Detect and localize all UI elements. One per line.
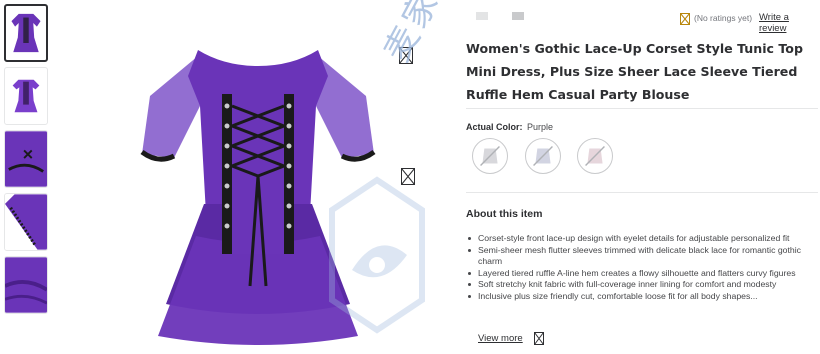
thumbnail-sleeve-image <box>5 131 47 187</box>
thumbnail-ruffle-image <box>5 257 47 313</box>
thumbnail-strip <box>4 4 50 319</box>
about-bullet-list: Corset-style front lace-up design with e… <box>468 233 816 303</box>
product-title: Women's Gothic Lace-Up Corset Style Tuni… <box>466 41 803 102</box>
color-selector-label: Actual Color: Purple <box>466 122 553 132</box>
about-heading: About this item <box>466 208 543 220</box>
product-info-panel: (No ratings yet) Write a review Women's … <box>466 0 818 354</box>
about-bullet: Layered tiered ruffle A-line hem creates… <box>468 268 816 280</box>
about-bullet: Inclusive plus size friendly cut, comfor… <box>468 291 816 303</box>
unavailable-swatch-icon <box>480 146 500 166</box>
unavailable-swatch-icon <box>533 146 553 166</box>
color-value: Purple <box>527 122 554 132</box>
loading-placeholder <box>512 12 524 20</box>
broken-image-icon <box>399 47 413 64</box>
color-swatch-3[interactable] <box>577 138 613 174</box>
rating-row: (No ratings yet) Write a review <box>466 8 818 34</box>
about-bullet: Semi-sheer mesh flutter sleeves trimmed … <box>468 245 816 268</box>
write-review-link[interactable]: Write a review <box>759 12 818 34</box>
loading-placeholder <box>476 12 488 20</box>
thumbnail-dress-front-image <box>12 79 40 113</box>
thumbnail-dress-image <box>11 13 41 53</box>
about-bullet: Soft stretchy knit fabric with full-cove… <box>468 279 816 291</box>
dress-illustration <box>140 50 376 345</box>
color-label: Actual Color: <box>466 122 523 132</box>
rating-placeholder-icon <box>680 13 690 25</box>
thumbnail-4[interactable] <box>4 193 48 251</box>
divider <box>466 192 818 193</box>
broken-image-icon <box>401 168 415 185</box>
about-bullet: Corset-style front lace-up design with e… <box>468 233 816 245</box>
main-product-image[interactable] <box>138 36 378 348</box>
unavailable-swatch-icon <box>585 146 605 166</box>
divider <box>466 108 818 109</box>
thumbnail-lace-image <box>5 194 47 250</box>
thumbnail-5[interactable] <box>4 256 48 314</box>
color-swatch-1[interactable] <box>472 138 508 174</box>
thumbnail-3[interactable] <box>4 130 48 188</box>
thumbnail-2[interactable] <box>4 67 48 125</box>
expand-icon[interactable] <box>534 332 544 345</box>
no-ratings-text: (No ratings yet) <box>694 13 753 23</box>
view-more-link[interactable]: View more <box>478 333 523 344</box>
color-swatch-2[interactable] <box>525 138 561 174</box>
thumbnail-1[interactable] <box>4 4 48 62</box>
